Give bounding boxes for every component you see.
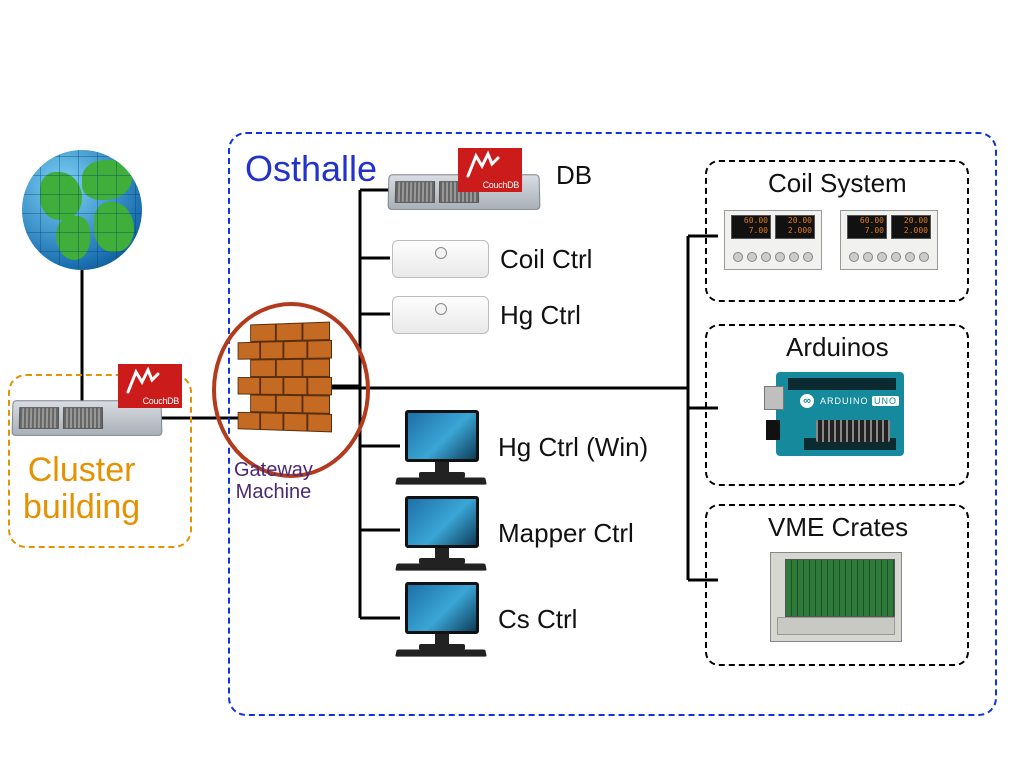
couchdb-badge-db [458,148,522,192]
hg-ctrl-win-label: Hg Ctrl (Win) [498,432,648,463]
arduino-icon: ∞ ARDUINO UNO [776,372,904,456]
couchdb-badge-cluster [118,364,182,408]
gateway-ellipse [212,302,370,478]
hg-ctrl-icon [392,296,489,334]
vme-crate-icon [770,552,902,642]
gateway-label: Gateway Machine [234,459,313,503]
vme-title: VME Crates [768,512,908,543]
globe-icon [22,150,142,270]
cs-ctrl-icon [402,582,482,650]
cs-ctrl-label: Cs Ctrl [498,604,577,635]
hg-ctrl-win-icon [402,410,482,478]
mapper-ctrl-icon [402,496,482,564]
coil-ctrl-label: Coil Ctrl [500,244,592,275]
osthalle-title: Osthalle [245,148,377,190]
arduinos-title: Arduinos [786,332,889,363]
psu-1-icon: 60.007.00 20.002.000 [724,210,822,270]
psu-2-icon: 60.007.00 20.002.000 [840,210,938,270]
hg-ctrl-label: Hg Ctrl [500,300,581,331]
mapper-ctrl-label: Mapper Ctrl [498,518,634,549]
db-label: DB [556,160,592,191]
coil-system-title: Coil System [768,168,907,199]
coil-ctrl-icon [392,240,489,278]
cluster-title: Cluster building [23,452,140,527]
